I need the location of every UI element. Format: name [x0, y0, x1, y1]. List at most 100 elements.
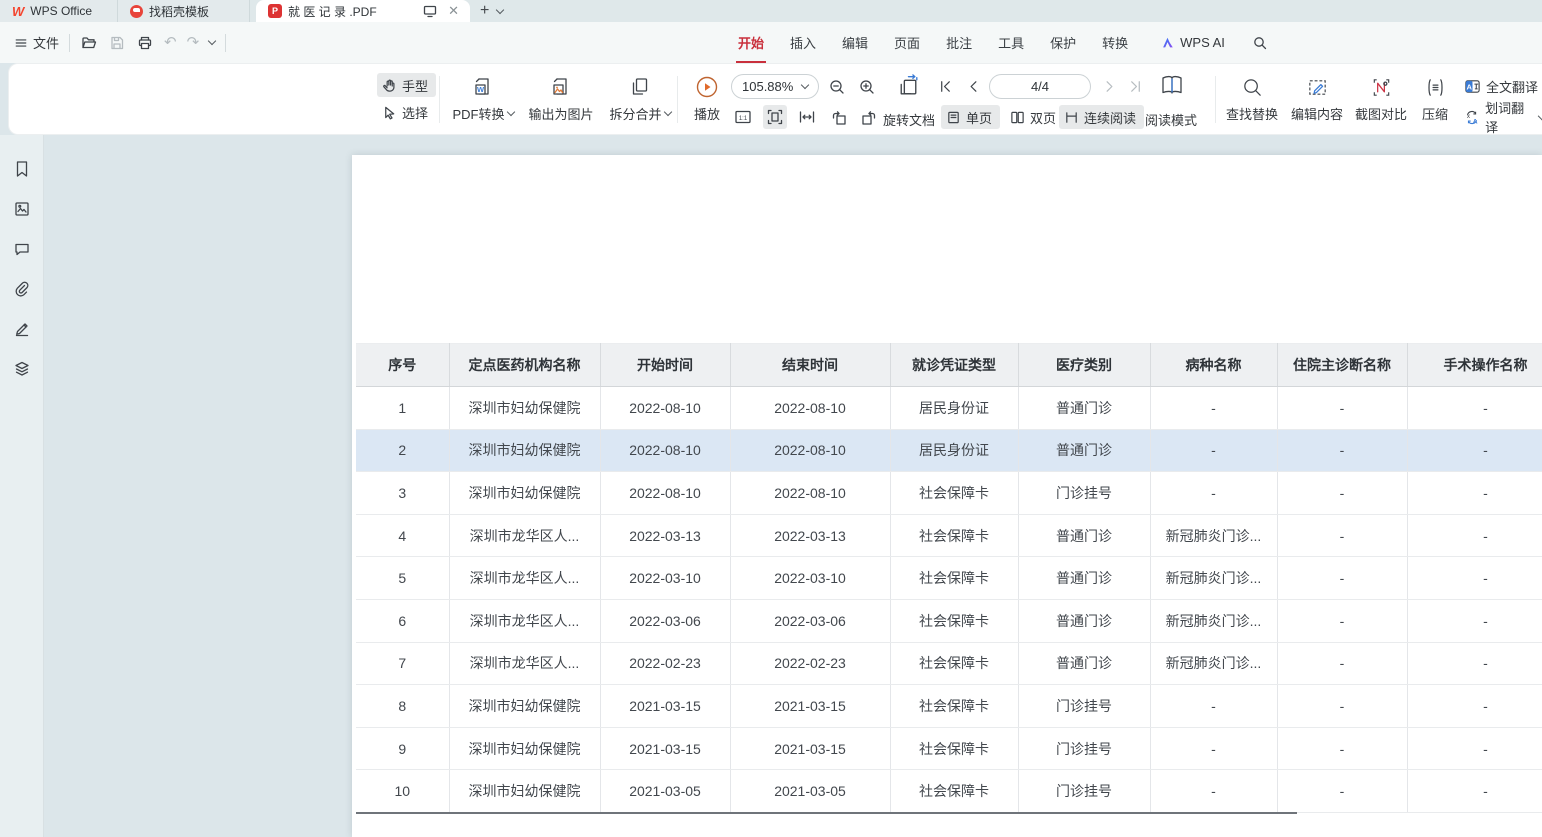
last-page-button[interactable] — [1125, 76, 1145, 96]
pdf-convert-button[interactable]: W PDF转换 — [449, 73, 517, 123]
table-cell: 新冠肺炎门诊... — [1150, 642, 1277, 685]
continuous-read-icon — [1064, 110, 1079, 125]
screenshot-compare-button[interactable]: 截图对比 — [1350, 73, 1412, 123]
thumbnail-icon[interactable] — [13, 200, 31, 218]
undo-icon[interactable]: ↶ — [164, 35, 177, 50]
full-translate-button[interactable]: A 全文翻译 — [1459, 74, 1542, 98]
table-cell: 深圳市妇幼保健院 — [449, 685, 600, 728]
print-icon[interactable] — [136, 34, 154, 52]
column-header: 开始时间 — [600, 344, 730, 387]
menu-tab-home[interactable]: 开始 — [738, 21, 764, 64]
read-mode-label[interactable]: 阅读模式 — [1145, 110, 1197, 129]
tab-wps-office[interactable]: W WPS Office — [0, 0, 118, 22]
first-page-button[interactable] — [935, 76, 955, 96]
comment-icon[interactable] — [13, 240, 31, 258]
screenshot-compare-icon — [1370, 73, 1393, 99]
present-to-screen-icon[interactable] — [421, 2, 439, 20]
pdf-page[interactable]: 序号 定点医药机构名称 开始时间 结束时间 就诊凭证类型 医疗类别 病种名称 住… — [352, 155, 1542, 837]
menu-tab-annotate[interactable]: 批注 — [946, 21, 972, 64]
menu-bar: 文件 ↶ ↷ 开始 插入 编辑 页面 批注 工具 保护 转换 — [0, 22, 1542, 63]
full-translate-label: 全文翻译 — [1486, 77, 1538, 96]
menu-tab-page[interactable]: 页面 — [894, 21, 920, 64]
rotate-right-button[interactable] — [857, 106, 881, 130]
search-icon[interactable] — [1251, 34, 1269, 52]
read-mode-icon[interactable] — [1159, 72, 1185, 98]
menu-tab-insert[interactable]: 插入 — [790, 21, 816, 64]
svg-text:A: A — [1466, 82, 1472, 91]
svg-text:x: x — [1467, 112, 1471, 119]
next-page-button[interactable] — [1099, 76, 1119, 96]
page-indicator-input[interactable] — [989, 74, 1091, 99]
menu-tab-convert[interactable]: 转换 — [1102, 21, 1128, 64]
find-replace-button[interactable]: 查找替换 — [1221, 73, 1283, 123]
quick-access-chevron-icon[interactable] — [208, 37, 216, 45]
fit-width-button[interactable] — [795, 105, 819, 129]
table-cell: 普通门诊 — [1018, 514, 1150, 557]
redo-icon[interactable]: ↷ — [187, 35, 200, 50]
layers-icon[interactable] — [13, 360, 31, 378]
page-indicator-value[interactable] — [995, 79, 1085, 94]
actual-size-button[interactable]: 1:1 — [731, 105, 755, 129]
table-cell: 普通门诊 — [1018, 387, 1150, 430]
table-cell: - — [1407, 557, 1542, 600]
continuous-read-button[interactable]: 连续阅读 — [1059, 105, 1144, 129]
find-replace-icon — [1241, 73, 1264, 99]
table-cell: 2022-08-10 — [730, 472, 890, 515]
table-cell: - — [1277, 387, 1407, 430]
edit-content-button[interactable]: 编辑内容 — [1286, 73, 1348, 123]
compress-label: 压缩 — [1422, 104, 1448, 123]
zoom-out-button[interactable] — [825, 75, 849, 99]
table-cell: - — [1407, 770, 1542, 813]
rotate-document-icon[interactable] — [895, 72, 922, 99]
menu-tab-protect[interactable]: 保护 — [1050, 21, 1076, 64]
zoom-level-dropdown[interactable]: 105.88% — [731, 74, 819, 99]
signature-icon[interactable] — [13, 320, 31, 338]
menu-tab-tools[interactable]: 工具 — [998, 21, 1024, 64]
select-tool-button[interactable]: 选择 — [377, 100, 436, 124]
fit-page-button[interactable] — [763, 105, 787, 129]
play-button[interactable]: 播放 — [685, 73, 729, 123]
play-label: 播放 — [694, 104, 720, 123]
table-cell: - — [1277, 429, 1407, 472]
save-icon[interactable] — [108, 34, 126, 52]
word-translate-button[interactable]: Ax 划词翻译 — [1459, 105, 1542, 129]
plus-icon: + — [480, 2, 489, 20]
attachment-icon[interactable] — [13, 280, 31, 298]
export-image-button[interactable]: 输出为图片 — [521, 73, 601, 123]
column-header: 手术操作名称 — [1407, 344, 1542, 387]
rotate-left-button[interactable] — [827, 106, 851, 130]
file-menu-button[interactable]: 文件 — [14, 33, 59, 52]
table-cell: 4 — [356, 514, 449, 557]
new-tab-button[interactable]: + — [470, 0, 513, 22]
table-cell: 门诊挂号 — [1018, 727, 1150, 770]
wps-logo-icon: W — [12, 4, 24, 19]
wps-ai-button[interactable]: WPS AI — [1160, 35, 1225, 50]
table-cell: 新冠肺炎门诊... — [1150, 599, 1277, 642]
table-cell: 深圳市妇幼保健院 — [449, 429, 600, 472]
single-page-label: 单页 — [966, 108, 992, 127]
bookmark-icon[interactable] — [13, 160, 31, 178]
table-cell: 社会保障卡 — [890, 472, 1018, 515]
zoom-in-button[interactable] — [855, 75, 879, 99]
table-cell: 2021-03-05 — [600, 770, 730, 813]
table-cell: 2021-03-15 — [600, 727, 730, 770]
table-header-row: 序号 定点医药机构名称 开始时间 结束时间 就诊凭证类型 医疗类别 病种名称 住… — [356, 344, 1542, 387]
table-cell: 社会保障卡 — [890, 770, 1018, 813]
cursor-icon — [382, 105, 397, 120]
split-merge-button[interactable]: 拆分合并 — [605, 73, 675, 123]
table-row: 1深圳市妇幼保健院2022-08-102022-08-10居民身份证普通门诊--… — [356, 387, 1542, 430]
compress-button[interactable]: 压缩 — [1415, 73, 1455, 123]
close-tab-icon[interactable]: ✕ — [445, 3, 462, 19]
rotate-document-label[interactable]: 旋转文档 — [883, 110, 935, 129]
open-file-icon[interactable] — [80, 34, 98, 52]
column-header: 序号 — [356, 344, 449, 387]
table-cell: - — [1277, 557, 1407, 600]
tab-medical-record-pdf[interactable]: P 就 医 记 录 .PDF ✕ — [256, 0, 470, 22]
menu-tab-edit[interactable]: 编辑 — [842, 21, 868, 64]
single-page-button[interactable]: 单页 — [941, 105, 1000, 129]
medical-records-table: 序号 定点医药机构名称 开始时间 结束时间 就诊凭证类型 医疗类别 病种名称 住… — [356, 343, 1542, 813]
previous-page-button[interactable] — [963, 76, 983, 96]
hand-tool-button[interactable]: 手型 — [377, 73, 436, 97]
tab-docer-templates[interactable]: 找稻壳模板 — [118, 0, 250, 22]
table-cell: 社会保障卡 — [890, 514, 1018, 557]
